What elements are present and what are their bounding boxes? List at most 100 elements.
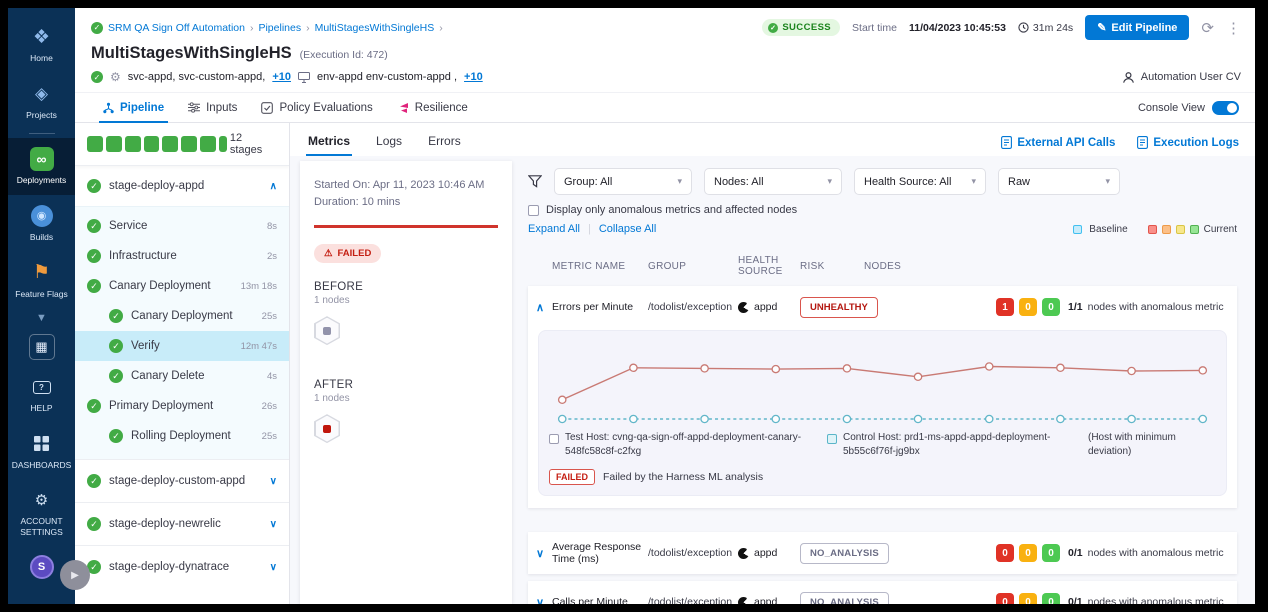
before-node-hexagon[interactable] bbox=[314, 316, 340, 345]
external-api-calls-link[interactable]: External API Calls bbox=[1001, 136, 1115, 149]
tab-metrics[interactable]: Metrics bbox=[306, 130, 352, 156]
group-filter-select[interactable]: Group: All ▾ bbox=[554, 168, 692, 195]
sidebar-item-deployments[interactable]: ∞ Deployments bbox=[8, 138, 75, 195]
sidebar-item-label: Builds bbox=[30, 232, 53, 243]
table-row[interactable]: ∨ Average Response Time (ms) /todolist/e… bbox=[528, 532, 1237, 574]
step-primary-deployment[interactable]: ✓ Primary Deployment 26s bbox=[75, 391, 289, 421]
pipeline-tabbar: Pipeline Inputs Policy Evaluations bbox=[75, 92, 1255, 123]
breadcrumb-pipeline-name[interactable]: MultiStagesWithSingleHS bbox=[315, 22, 435, 34]
tab-logs[interactable]: Logs bbox=[374, 130, 404, 156]
step-canary-delete[interactable]: ✓ Canary Delete 4s bbox=[75, 361, 289, 391]
main-area: ✓ SRM QA Sign Off Automation › Pipelines… bbox=[75, 8, 1255, 604]
success-check-icon: ✓ bbox=[87, 179, 101, 193]
expand-all-link[interactable]: Expand All bbox=[528, 223, 580, 235]
tab-policy-evaluations[interactable]: Policy Evaluations bbox=[249, 93, 384, 122]
sidebar-item-home[interactable]: ❖ Home bbox=[8, 16, 75, 73]
nodes-filter-select[interactable]: Nodes: All ▾ bbox=[704, 168, 842, 195]
success-check-icon: ✓ bbox=[87, 219, 101, 233]
sidebar-item-label: Deployments bbox=[17, 175, 67, 186]
inputs-icon bbox=[188, 102, 200, 113]
expand-row-icon[interactable]: ∨ bbox=[528, 596, 552, 605]
tab-inputs[interactable]: Inputs bbox=[176, 93, 249, 122]
sidebar-item-help[interactable]: ? HELP bbox=[8, 366, 75, 423]
stage-group-custom-appd[interactable]: ✓ stage-deploy-custom-appd ∨ bbox=[75, 459, 289, 502]
control-host-legend: Control Host: prd1-ms-appd-appd-deployme… bbox=[827, 431, 1068, 459]
verify-step-panel: Metrics Logs Errors External API Calls bbox=[290, 123, 1255, 604]
tab-pipeline[interactable]: Pipeline bbox=[91, 93, 176, 122]
environments-more-link[interactable]: +10 bbox=[464, 71, 483, 83]
collapse-all-link[interactable]: Collapse All bbox=[599, 223, 656, 235]
nav-divider bbox=[29, 133, 55, 134]
services-list: svc-appd, svc-custom-appd, bbox=[128, 71, 266, 83]
document-icon bbox=[1001, 136, 1012, 149]
metric-comparison-chart[interactable] bbox=[549, 337, 1216, 429]
execution-logs-link[interactable]: Execution Logs bbox=[1137, 136, 1239, 149]
min-deviation-note: (Host with minimum deviation) bbox=[1088, 431, 1216, 459]
page-title: MultiStagesWithSingleHS bbox=[91, 44, 292, 63]
step-rolling-deployment[interactable]: ✓ Rolling Deployment 25s bbox=[75, 421, 289, 451]
sidebar-item-projects[interactable]: ◈ Projects bbox=[8, 73, 75, 130]
sidebar-item-builds[interactable]: ◉ Builds bbox=[8, 195, 75, 252]
test-host-checkbox[interactable] bbox=[549, 434, 559, 444]
feature-flags-icon: ⚑ bbox=[33, 261, 50, 285]
environment-icon bbox=[298, 72, 310, 83]
collapse-row-icon[interactable]: ∧ bbox=[528, 301, 552, 314]
tab-resilience[interactable]: Resilience bbox=[385, 93, 480, 122]
filter-icon[interactable] bbox=[528, 175, 542, 188]
tab-errors[interactable]: Errors bbox=[426, 130, 463, 156]
document-icon bbox=[1137, 136, 1148, 149]
step-service[interactable]: ✓ Service 8s bbox=[75, 211, 289, 241]
expand-row-icon[interactable]: ∨ bbox=[528, 547, 552, 560]
success-check-icon: ✓ bbox=[87, 399, 101, 413]
sidebar-item-label: ACCOUNT SETTINGS bbox=[16, 516, 68, 537]
control-host-checkbox[interactable] bbox=[827, 434, 837, 444]
anomalous-only-checkbox[interactable] bbox=[528, 205, 539, 216]
sidebar-item-account-settings[interactable]: ⚙ ACCOUNT SETTINGS bbox=[8, 479, 75, 546]
gear-icon: ⚙ bbox=[35, 488, 48, 512]
col-metric-name: METRIC NAME bbox=[552, 261, 648, 272]
before-node-count: 1 nodes bbox=[314, 295, 498, 306]
after-node-hexagon[interactable] bbox=[314, 414, 340, 443]
module-picker-button[interactable]: ▦ bbox=[29, 334, 55, 360]
table-row[interactable]: ∧ Errors per Minute /todolist/exception … bbox=[528, 286, 1237, 328]
pipeline-icon bbox=[103, 102, 114, 114]
failed-progress-bar bbox=[314, 225, 498, 228]
pencil-icon: ✎ bbox=[1097, 21, 1106, 34]
chevron-down-icon[interactable]: ▼ bbox=[32, 308, 51, 328]
test-host-legend: Test Host: cvng-qa-sign-off-appd-deploym… bbox=[549, 431, 813, 459]
step-canary-deployment-group[interactable]: ✓ Canary Deployment 13m 18s bbox=[75, 271, 289, 301]
refresh-icon[interactable]: ⟳ bbox=[1201, 19, 1214, 37]
edit-pipeline-button[interactable]: ✎ Edit Pipeline bbox=[1085, 15, 1189, 40]
chart-color-legend: Baseline Current bbox=[1073, 224, 1237, 235]
risk-badge: UNHEALTHY bbox=[800, 297, 878, 318]
verify-tabs: Metrics Logs Errors External API Calls bbox=[290, 123, 1255, 156]
user-icon bbox=[1122, 71, 1135, 84]
stage-group-appd[interactable]: ✓ stage-deploy-appd ∧ bbox=[75, 166, 289, 206]
anomalous-only-label: Display only anomalous metrics and affec… bbox=[546, 204, 797, 216]
sidebar-item-label: Feature Flags bbox=[15, 289, 67, 300]
kebab-menu-icon[interactable]: ⋮ bbox=[1226, 19, 1241, 37]
appdynamics-icon bbox=[738, 597, 749, 605]
step-infrastructure[interactable]: ✓ Infrastructure 2s bbox=[75, 241, 289, 271]
service-icon: ⚙ bbox=[110, 70, 121, 84]
services-more-link[interactable]: +10 bbox=[272, 71, 291, 83]
environments-list: env-appd env-custom-appd , bbox=[317, 71, 457, 83]
help-icon: ? bbox=[33, 381, 51, 394]
data-type-select[interactable]: Raw ▾ bbox=[998, 168, 1120, 195]
breadcrumb-project[interactable]: SRM QA Sign Off Automation bbox=[108, 22, 245, 34]
console-view-toggle[interactable] bbox=[1212, 101, 1239, 115]
sidebar-item-label: Projects bbox=[26, 110, 57, 121]
console-view-label: Console View bbox=[1138, 102, 1205, 114]
step-canary-deployment[interactable]: ✓ Canary Deployment 25s bbox=[75, 301, 289, 331]
metric-row-expanded: ∧ Errors per Minute /todolist/exception … bbox=[528, 286, 1237, 508]
stage-group-newrelic[interactable]: ✓ stage-deploy-newrelic ∨ bbox=[75, 502, 289, 545]
step-verify[interactable]: ✓ Verify 12m 47s bbox=[75, 331, 289, 361]
stage-group-dynatrace[interactable]: ✓ stage-deploy-dynatrace ∨ bbox=[75, 545, 289, 588]
table-row[interactable]: ∨ Calls per Minute /todolist/exception a… bbox=[528, 581, 1237, 604]
avatar[interactable]: S bbox=[30, 555, 54, 579]
breadcrumb-pipelines[interactable]: Pipelines bbox=[258, 22, 301, 34]
panel-collapse-handle[interactable]: ▶ bbox=[60, 560, 90, 590]
health-source-filter-select[interactable]: Health Source: All ▾ bbox=[854, 168, 986, 195]
sidebar-item-feature-flags[interactable]: ⚑ Feature Flags bbox=[8, 252, 75, 309]
sidebar-item-dashboards[interactable]: DASHBOARDS bbox=[8, 423, 75, 480]
